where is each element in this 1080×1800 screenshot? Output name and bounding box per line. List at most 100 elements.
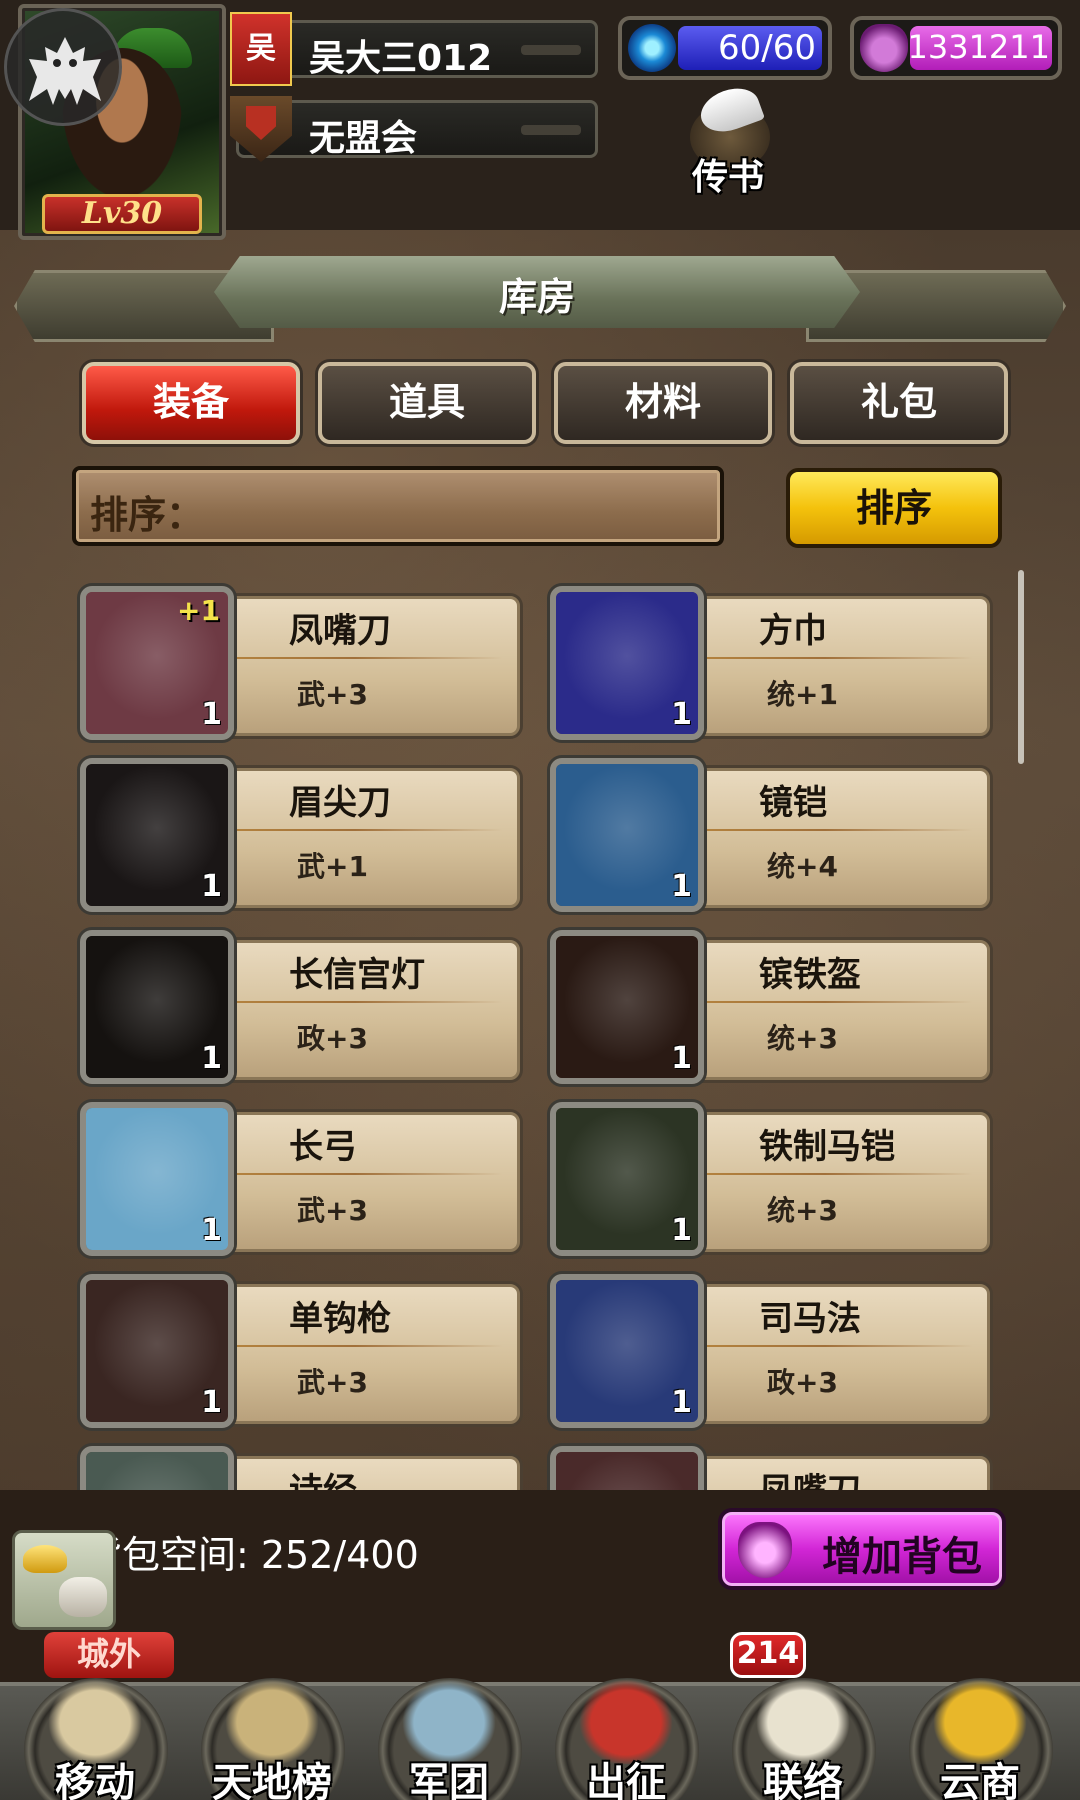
message-button[interactable]: 传书 <box>680 80 780 198</box>
blade-icon <box>550 1446 704 1490</box>
card-divider <box>677 1001 973 1003</box>
scroll-icon: 1 <box>550 1274 704 1428</box>
item-name: 单钩枪 <box>289 1299 391 1339</box>
item-name: 长弓 <box>289 1127 357 1167</box>
energy-pill[interactable]: 60/60 <box>618 16 832 80</box>
level-badge: Lv30 <box>42 194 202 234</box>
card-divider <box>207 1345 503 1347</box>
horse-armor-icon: 1 <box>550 1102 704 1256</box>
card-divider <box>677 829 973 831</box>
card-divider <box>207 1001 503 1003</box>
item-name: 镔铁盔 <box>759 955 861 995</box>
nav-label: 移动 <box>55 1760 135 1800</box>
item-name: 眉尖刀 <box>289 783 391 823</box>
tab-materials[interactable]: 材料 <box>554 362 772 444</box>
item-stat: 武+3 <box>297 678 368 711</box>
energy-value: 60/60 <box>718 28 816 68</box>
item-card: 诗经 <box>190 1456 520 1490</box>
item-slot[interactable]: 司马法 政+3 1 <box>530 1268 1000 1428</box>
tab-gift-pack[interactable]: 礼包 <box>790 362 1008 444</box>
item-slot[interactable]: 镔铁盔统+3 1 <box>530 924 1000 1084</box>
nav-horn[interactable]: 军团 <box>364 1672 534 1800</box>
card-divider <box>677 1173 973 1175</box>
gold-ingot-icon <box>23 1545 67 1573</box>
armor-icon: 1 <box>550 758 704 912</box>
item-name: 诗经 <box>289 1463 357 1490</box>
item-slot[interactable]: 长弓 武+3 1 <box>60 1096 530 1256</box>
item-slot[interactable]: 长信宫灯 政+3 1 <box>60 924 530 1084</box>
item-slot[interactable]: 凤嘴刀 <box>530 1440 1000 1490</box>
nav-treasure[interactable]: 云商 <box>895 1672 1065 1800</box>
money-bag-icon <box>738 1522 792 1578</box>
energy-swirl-icon <box>628 24 676 72</box>
item-quantity: 1 <box>671 1213 692 1248</box>
item-stat: 政+3 <box>297 1022 368 1055</box>
item-quantity: 1 <box>201 1385 222 1420</box>
item-stat: 统+1 <box>767 678 838 711</box>
nav-label: 出征 <box>586 1760 666 1800</box>
item-list[interactable]: 凤嘴刀 武+3 1 +1 方巾 统+1 1 眉尖刀 武+1 1 镜铠 统+4 1 长信宫灯 政+3 1 镔铁盔统… <box>60 580 1020 1490</box>
item-slot[interactable]: 诗经 <box>60 1440 530 1490</box>
city-treasury-icon[interactable] <box>12 1530 116 1630</box>
tab-equipment[interactable]: 装备 <box>82 362 300 444</box>
item-card: 凤嘴刀 <box>660 1456 990 1490</box>
item-card: 单钩枪武+3 <box>190 1284 520 1424</box>
nav-label: 云商 <box>940 1760 1020 1800</box>
item-stat: 武+3 <box>297 1366 368 1399</box>
blade-icon: 1 <box>80 758 234 912</box>
lamp-icon: 1 <box>80 930 234 1084</box>
item-stat: 统+4 <box>767 850 838 883</box>
money-bag-icon <box>860 24 908 72</box>
item-slot[interactable]: 凤嘴刀 武+3 1 +1 <box>60 580 530 740</box>
item-card: 司马法 政+3 <box>660 1284 990 1424</box>
item-slot[interactable]: 单钩枪 武+3 1 <box>60 1268 530 1428</box>
item-quantity: 1 <box>671 869 692 904</box>
sort-button[interactable]: 排序 <box>786 468 1002 548</box>
item-card: 长弓武+3 <box>190 1112 520 1252</box>
nav-war-flag[interactable]: 出征 <box>541 1672 711 1800</box>
item-art <box>556 1452 698 1490</box>
item-stat: 统+3 <box>767 1194 838 1227</box>
item-slot[interactable]: 镜铠 统+4 1 <box>530 752 1000 912</box>
item-name: 方巾 <box>759 611 827 651</box>
item-name: 长信宫灯 <box>289 955 425 995</box>
item-name: 镜铠 <box>759 783 827 823</box>
page-title: 库房 <box>498 275 575 319</box>
add-bag-button[interactable]: 增加背包 <box>718 1508 1006 1590</box>
item-card: 方巾统+1 <box>660 596 990 736</box>
faction-flag: 吴 <box>230 12 292 86</box>
blade-icon: 1 +1 <box>80 586 234 740</box>
helmet-icon: 1 <box>550 930 704 1084</box>
item-art <box>86 1452 228 1490</box>
nav-label: 军团 <box>409 1760 489 1800</box>
item-slot[interactable]: 方巾 统+1 1 <box>530 580 1000 740</box>
item-stat: 统+3 <box>767 1022 838 1055</box>
item-card: 镜铠统+4 <box>660 768 990 908</box>
player-name: 吴大三012 <box>309 38 493 79</box>
item-slot[interactable]: 铁制马铠 统+3 1 <box>530 1096 1000 1256</box>
nav-map[interactable]: 移动 <box>10 1672 180 1800</box>
item-list-scrollbar[interactable] <box>1018 570 1024 764</box>
sort-field[interactable]: 排序： <box>72 466 724 546</box>
card-divider <box>207 657 503 659</box>
nav-label: 联络 <box>763 1760 843 1800</box>
nav-ranking-scroll[interactable]: 天地榜 <box>187 1672 357 1800</box>
item-name: 铁制马铠 <box>759 1127 895 1167</box>
nav-letter[interactable]: 联络 <box>718 1672 888 1800</box>
card-divider <box>207 1173 503 1175</box>
nav-label: 天地榜 <box>212 1760 332 1800</box>
tab-props[interactable]: 道具 <box>318 362 536 444</box>
item-stat: 武+3 <box>297 1194 368 1227</box>
item-slot[interactable]: 眉尖刀 武+1 1 <box>60 752 530 912</box>
book-icon <box>80 1446 234 1490</box>
item-card: 长信宫灯政+3 <box>190 940 520 1080</box>
item-quantity: 1 <box>671 697 692 732</box>
mail-count-badge: 214 <box>730 1632 806 1678</box>
bat-menu-icon[interactable] <box>4 8 122 126</box>
gold-pill[interactable]: 1331211 <box>850 16 1062 80</box>
item-card: 铁制马铠统+3 <box>660 1112 990 1252</box>
item-quantity: 1 <box>201 869 222 904</box>
sort-field-label: 排序： <box>90 493 205 537</box>
spear-icon: 1 <box>80 1274 234 1428</box>
item-card: 眉尖刀 武+1 <box>190 768 520 908</box>
